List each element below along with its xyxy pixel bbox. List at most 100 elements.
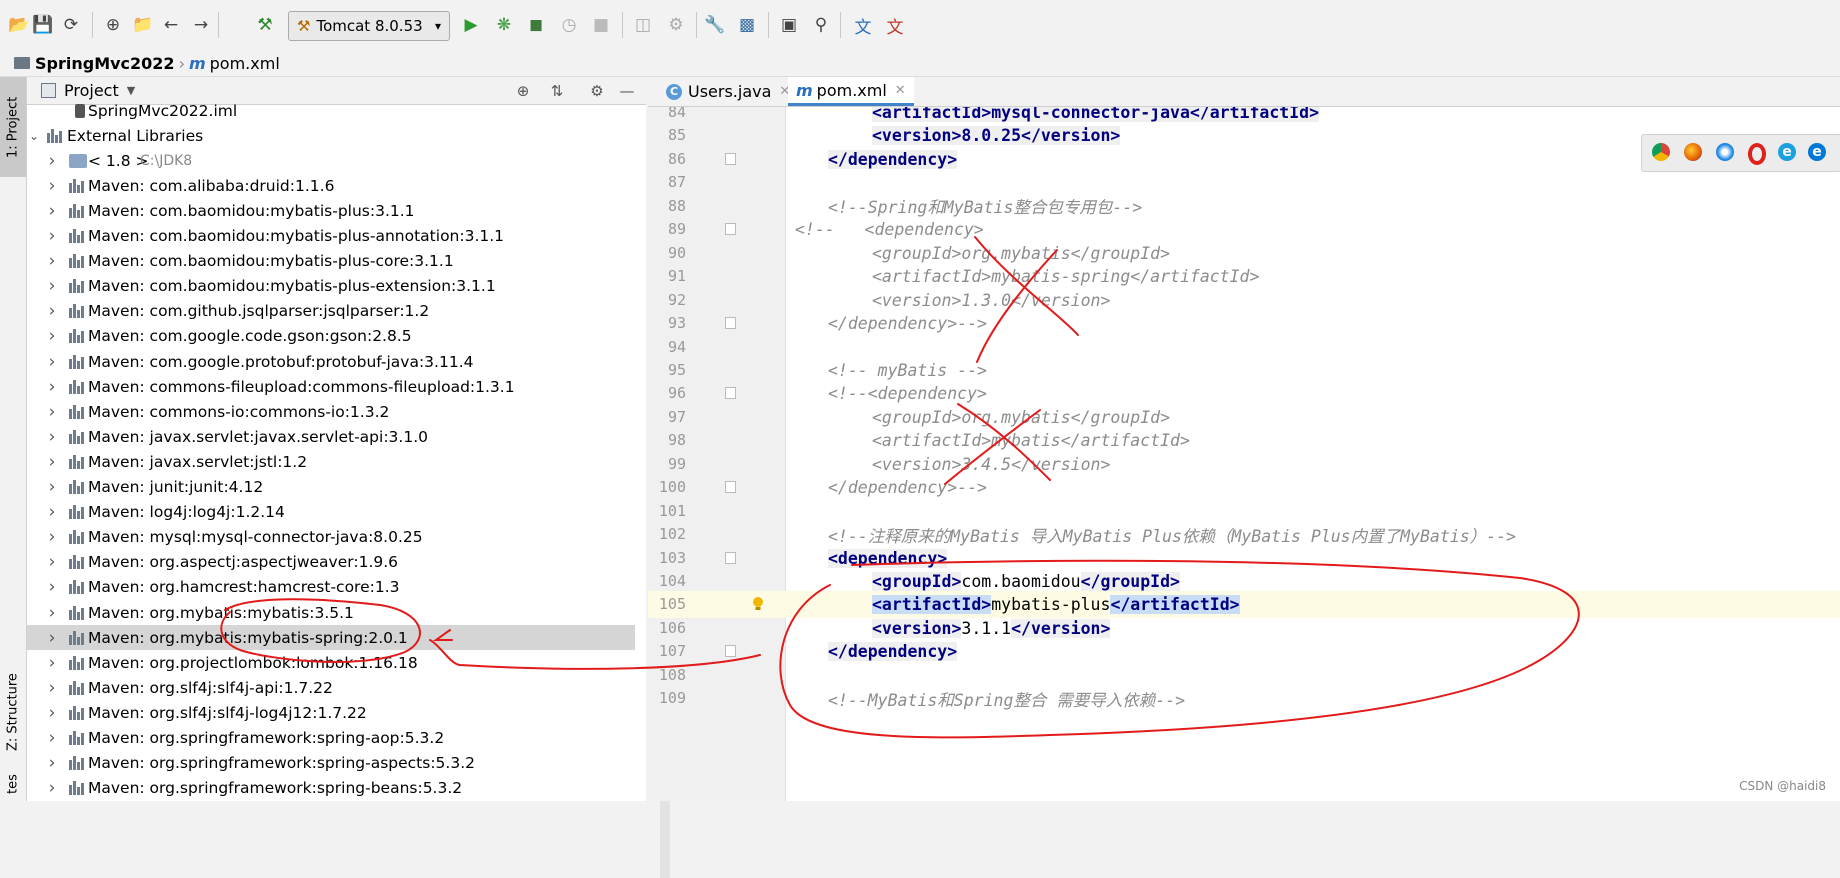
chevron-right-icon[interactable]: › (47, 703, 57, 723)
close-icon[interactable]: ✕ (895, 83, 906, 98)
profile-icon[interactable]: ◷ (556, 11, 582, 39)
tree-item-library[interactable]: › Maven: org.projectlombok:lombok:1.16.18 (27, 650, 635, 675)
chevron-down-icon[interactable]: ⌄ (29, 129, 39, 143)
chevron-right-icon[interactable]: › (47, 176, 57, 196)
chevron-right-icon[interactable]: › (47, 377, 57, 397)
tree-item-library[interactable]: › Maven: com.google.code.gson:gson:2.8.5 (27, 324, 635, 349)
hide-icon[interactable]: — (617, 81, 637, 101)
chevron-right-icon[interactable]: › (47, 326, 57, 346)
fold-marker-icon[interactable] (725, 645, 736, 658)
translate-alt-icon[interactable]: 文 (882, 11, 908, 39)
project-structure-icon[interactable]: ▩ (734, 11, 760, 39)
fold-marker-icon[interactable] (725, 551, 736, 564)
chevron-right-icon[interactable]: › (47, 753, 57, 773)
tree-item-library[interactable]: › Maven: com.baomidou:mybatis-plus-annota… (27, 224, 635, 249)
fold-marker-icon[interactable] (725, 387, 736, 400)
build-icon[interactable]: ⚒ (252, 11, 278, 39)
tree-item-library[interactable]: › Maven: com.baomidou:mybatis-plus-core:3… (27, 249, 635, 274)
tree-item-library[interactable]: › Maven: commons-io:commons-io:1.3.2 (27, 399, 635, 424)
tree-item-library[interactable]: › Maven: org.springframework:spring-aop:5… (27, 726, 635, 751)
stop-icon[interactable]: ■ (588, 11, 614, 39)
chevron-right-icon[interactable]: › (47, 301, 57, 321)
tab-users-java[interactable]: C Users.java ✕ (658, 77, 798, 106)
gear-icon[interactable]: ⚙ (587, 81, 607, 101)
tree-item-library[interactable]: › Maven: org.mybatis:mybatis:3.5.1 (27, 600, 635, 625)
search-icon[interactable]: ⚲ (808, 11, 834, 39)
fold-marker-icon[interactable] (725, 152, 736, 165)
forward-icon[interactable]: → (188, 11, 214, 39)
tree-item-library[interactable]: › Maven: com.alibaba:druid:1.1.6 (27, 173, 635, 198)
translate-icon[interactable]: 文 (850, 11, 876, 39)
chevron-right-icon[interactable]: › (47, 678, 57, 698)
tree-item-library[interactable]: › Maven: org.slf4j:slf4j-api:1.7.22 (27, 675, 635, 700)
chevron-right-icon[interactable]: › (47, 251, 57, 271)
chevron-right-icon[interactable]: › (47, 452, 57, 472)
code-editor[interactable]: 84 <artifactId>mysql-connector-java</arti… (648, 107, 1840, 801)
firefox-icon[interactable] (1684, 143, 1702, 161)
open-icon[interactable]: 📂 (6, 11, 32, 39)
fold-marker-icon[interactable] (725, 481, 736, 494)
locate-icon[interactable]: ⊕ (513, 81, 533, 101)
attach-icon[interactable]: ◫ (630, 11, 656, 39)
sync-icon[interactable]: ⟳ (58, 11, 84, 39)
chevron-right-icon[interactable]: › (47, 552, 57, 572)
tree-item-library[interactable]: › Maven: org.springframework:spring-aspec… (27, 751, 635, 776)
chevron-right-icon[interactable]: › (47, 577, 57, 597)
breadcrumb-project[interactable]: SpringMvc2022 (14, 54, 175, 73)
chevron-right-icon[interactable]: › (47, 427, 57, 447)
chevron-right-icon[interactable]: › (47, 653, 57, 673)
safari-icon[interactable] (1716, 143, 1734, 161)
tree-item-library[interactable]: › Maven: org.slf4j:slf4j-log4j12:1.7.22 (27, 700, 635, 725)
chevron-right-icon[interactable]: › (47, 352, 57, 372)
chevron-right-icon[interactable]: › (47, 276, 57, 296)
collapse-all-icon[interactable]: ⇅ (547, 81, 567, 101)
add-icon[interactable]: ⊕ (100, 11, 126, 39)
chevron-right-icon[interactable]: › (47, 151, 57, 171)
tree-item-file[interactable]: SpringMvc2022.iml (27, 104, 635, 123)
tree-item-library[interactable]: › Maven: javax.servlet:javax.servlet-api:… (27, 424, 635, 449)
chevron-right-icon[interactable]: › (47, 628, 57, 648)
chevron-right-icon[interactable]: › (47, 603, 57, 623)
tree-item-library[interactable]: › Maven: commons-fileupload:commons-fileu… (27, 374, 635, 399)
tree-item-library[interactable]: › Maven: com.google.protobuf:protobuf-jav… (27, 349, 635, 374)
chevron-right-icon[interactable]: › (47, 477, 57, 497)
folder-icon[interactable]: 📁 (130, 11, 156, 39)
tab-favorites[interactable]: tes (0, 767, 26, 801)
settings-icon[interactable]: 🔧 (702, 11, 728, 39)
chrome-icon[interactable] (1652, 143, 1670, 161)
run-icon[interactable]: ▶ (458, 11, 484, 39)
intention-bulb-icon[interactable] (752, 596, 764, 612)
ie-icon[interactable]: e (1778, 143, 1796, 161)
tab-structure[interactable]: Z: Structure (0, 662, 26, 762)
tree-item-library[interactable]: › Maven: junit:junit:4.12 (27, 475, 635, 500)
edge-icon[interactable]: e (1808, 143, 1826, 161)
tab-pom-xml[interactable]: m pom.xml ✕ (788, 77, 914, 106)
tree-item-library[interactable]: › Maven: com.baomidou:mybatis-plus-extens… (27, 274, 635, 299)
tree-item-external-libraries[interactable]: ⌄ External Libraries (27, 123, 635, 148)
tree-item-library[interactable]: › < 1.8 > C:\JDK8 (27, 148, 635, 173)
tree-item-library[interactable]: › Maven: org.hamcrest:hamcrest-core:1.3 (27, 575, 635, 600)
tree-item-library[interactable]: › Maven: javax.servlet:jstl:1.2 (27, 449, 635, 474)
code-line[interactable]: 109 <!--MyBatis和Spring整合 需要导入依赖--> (648, 685, 1840, 712)
chevron-right-icon[interactable]: › (47, 201, 57, 221)
tree-item-library[interactable]: › Maven: log4j:log4j:1.2.14 (27, 500, 635, 525)
chevron-right-icon[interactable]: › (47, 728, 57, 748)
chevron-down-icon[interactable]: ▼ (127, 84, 135, 97)
tree-item-library[interactable]: › Maven: org.springframework:spring-beans… (27, 776, 635, 801)
run-config-select[interactable]: ⚒ Tomcat 8.0.53 ▾ (288, 11, 450, 41)
terminal-icon[interactable]: ▣ (776, 11, 802, 39)
fold-marker-icon[interactable] (725, 317, 736, 330)
opera-icon[interactable] (1748, 143, 1766, 165)
fold-marker-icon[interactable] (725, 223, 736, 236)
tree-item-library[interactable]: › Maven: mysql:mysql-connector-java:8.0.2… (27, 525, 635, 550)
chevron-right-icon[interactable]: › (47, 778, 57, 798)
save-icon[interactable]: 💾 (30, 11, 56, 39)
project-view-select[interactable]: Project (64, 81, 119, 100)
chevron-right-icon[interactable]: › (47, 527, 57, 547)
debug-icon[interactable]: ❋ (491, 11, 517, 39)
tree-item-library[interactable]: › Maven: com.github.jsqlparser:jsqlparser… (27, 299, 635, 324)
tree-item-library[interactable]: › Maven: org.mybatis:mybatis-spring:2.0.1 (27, 625, 635, 651)
tab-project[interactable]: 1: Project (0, 77, 26, 177)
chevron-right-icon[interactable]: › (47, 226, 57, 246)
back-icon[interactable]: ← (158, 11, 184, 39)
